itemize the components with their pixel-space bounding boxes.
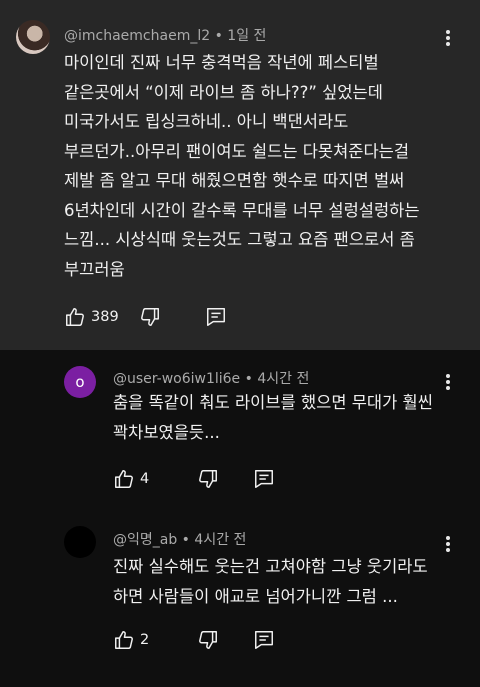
comment-meta: @익명_ab • 4시간 전 [113,529,246,549]
thumbs-up-icon[interactable] [113,629,135,651]
comment-time[interactable]: 4시간 전 [194,532,246,548]
comment-meta: @imchaemchaem_l2 • 1일 전 [64,25,266,45]
reply-icon[interactable] [253,468,275,490]
thumbs-down-icon[interactable] [197,468,219,490]
author-name[interactable]: @익명_ab [113,532,177,548]
author-name[interactable]: @user-wo6iw1li6e [113,371,240,387]
avatar[interactable] [16,20,50,54]
author-name[interactable]: @imchaemchaem_l2 [64,28,210,44]
thumbs-down-icon[interactable] [139,306,161,328]
meta-separator: • [240,371,258,387]
comment-2: o @user-wo6iw1li6e • 4시간 전 춤을 똑같이 춰도 라이브… [0,350,480,500]
reply-icon[interactable] [253,629,275,651]
like-count: 4 [140,471,150,487]
meta-separator: • [177,532,195,548]
thumbs-up-icon[interactable] [64,306,86,328]
avatar[interactable] [64,526,96,558]
avatar[interactable]: o [64,366,96,398]
comment-1: @imchaemchaem_l2 • 1일 전 마이인데 진짜 너무 충격먹음 … [0,0,480,350]
thumbs-down-icon[interactable] [197,629,219,651]
more-vertical-icon[interactable] [446,30,450,48]
comment-text: 진짜 실수해도 웃는건 고쳐야함 그냥 웃기라도 하면 사람들이 애교로 넘어가… [113,557,428,606]
comment-meta: @user-wo6iw1li6e • 4시간 전 [113,368,309,388]
comment-time[interactable]: 4시간 전 [257,371,309,387]
meta-separator: • [210,28,228,44]
avatar-letter: o [75,373,85,391]
comment-3: @익명_ab • 4시간 전 진짜 실수해도 웃는건 고쳐야함 그냥 웃기라도 … [0,500,480,687]
reply-icon[interactable] [205,306,227,328]
thumbs-up-icon[interactable] [113,468,135,490]
comment-text: 춤을 똑같이 춰도 라이브를 했으면 무대가 훨씬 꽉차보였을듯... [113,393,433,442]
like-count: 2 [140,632,150,648]
comment-text: 마이인데 진짜 너무 충격먹음 작년에 페스티벌 같은곳에서 “이제 라이브 좀… [64,53,420,279]
comment-time[interactable]: 1일 전 [227,28,266,44]
like-count: 389 [91,309,119,325]
